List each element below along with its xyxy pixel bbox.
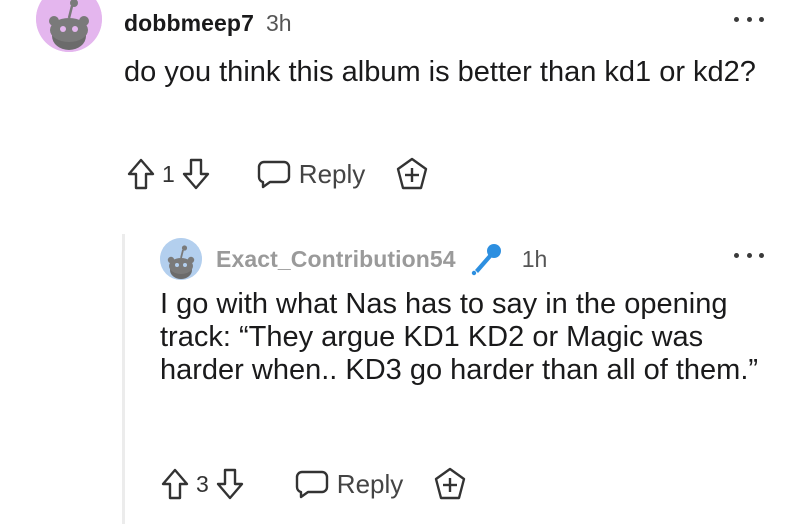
award-icon[interactable] bbox=[395, 157, 429, 191]
thread-line[interactable] bbox=[122, 234, 125, 524]
microphone-icon bbox=[471, 244, 501, 276]
reply-icon bbox=[295, 470, 328, 499]
reply-user-avatar[interactable] bbox=[160, 238, 202, 280]
comment-actions: 1 Reply bbox=[126, 154, 429, 194]
award-icon[interactable] bbox=[433, 467, 467, 501]
downvote-icon[interactable] bbox=[215, 467, 245, 501]
reply-username[interactable]: Exact_Contribution54 bbox=[216, 246, 456, 273]
vote-count: 1 bbox=[162, 160, 175, 187]
comment-username[interactable]: dobbmeep7 bbox=[124, 10, 254, 37]
user-avatar[interactable] bbox=[36, 0, 102, 52]
upvote-icon[interactable] bbox=[126, 157, 156, 191]
comment-timestamp: 3h bbox=[265, 9, 292, 36]
more-options-icon[interactable] bbox=[734, 250, 764, 260]
reply-label: Reply bbox=[336, 468, 404, 499]
reply-label: Reply bbox=[298, 158, 366, 189]
comment-thread: dobbmeep7 3h do you think this album is … bbox=[0, 0, 800, 524]
reply-actions: 3 Reply bbox=[160, 464, 467, 504]
comment-header: dobbmeep7 3h bbox=[124, 8, 292, 38]
upvote-icon[interactable] bbox=[160, 467, 190, 501]
reply-icon bbox=[257, 160, 290, 189]
comment-body: do you think this album is better than k… bbox=[124, 56, 756, 88]
more-options-icon[interactable] bbox=[734, 14, 764, 24]
reply-button[interactable]: Reply bbox=[295, 469, 403, 500]
reply-timestamp: 1h bbox=[521, 245, 548, 272]
snoo-avatar-icon bbox=[160, 238, 202, 280]
reply-header: Exact_Contribution54 1h bbox=[216, 244, 548, 276]
snoo-avatar-icon bbox=[36, 0, 102, 52]
vote-count: 3 bbox=[196, 470, 209, 497]
downvote-icon[interactable] bbox=[181, 157, 211, 191]
reply-button[interactable]: Reply bbox=[257, 159, 365, 190]
reply-body: I go with what Nas has to say in the ope… bbox=[160, 288, 759, 386]
